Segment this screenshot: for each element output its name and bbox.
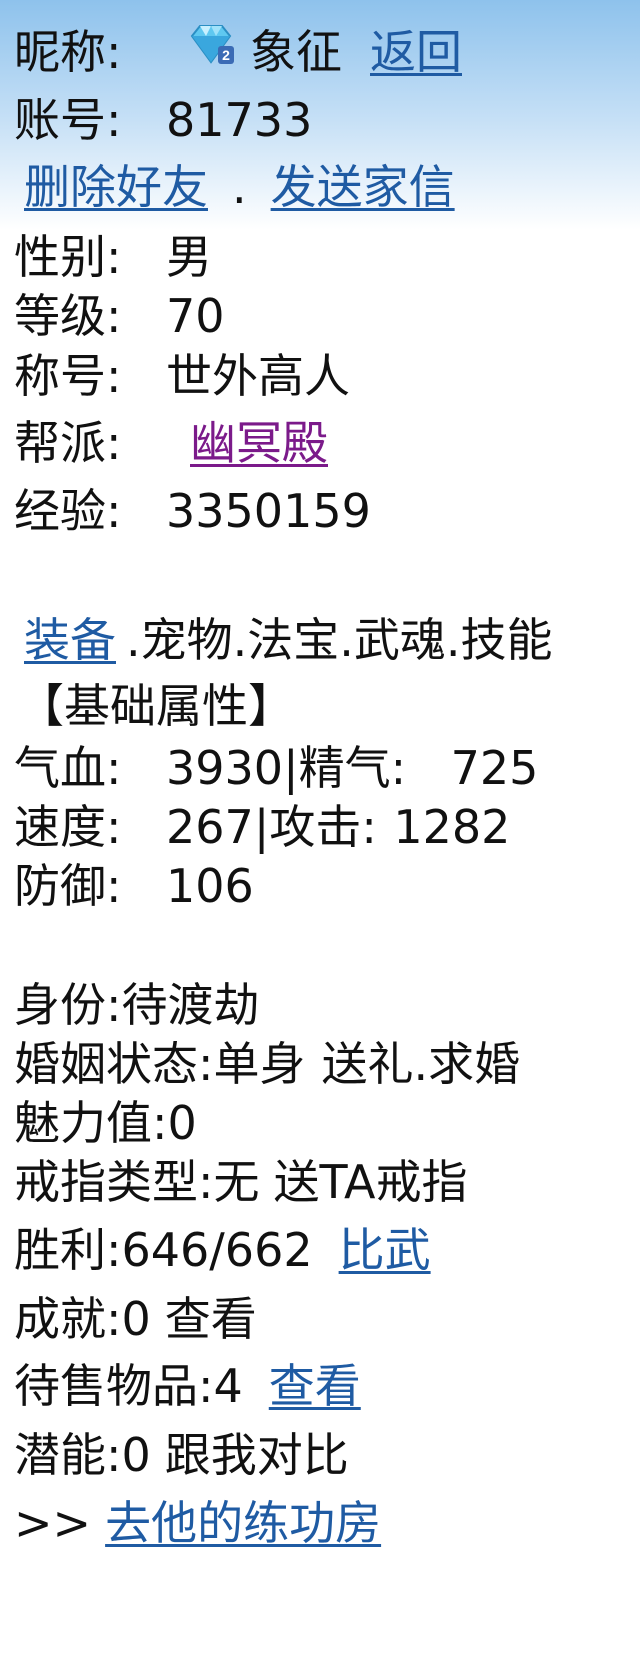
attr-row-hp-mp: 气血: 3930 | 精气: 725	[14, 738, 538, 798]
send-ring-action[interactable]: 送TA戒指	[274, 1159, 468, 1205]
def-value: 106	[166, 859, 254, 913]
account-row: 账号: 81733	[14, 90, 312, 150]
atk-label: 攻击:	[269, 800, 377, 854]
nickname-value: 象征	[250, 25, 342, 79]
items-view-link[interactable]: 查看	[269, 1363, 361, 1409]
wins-row: 胜利:646/662 比武	[14, 1220, 431, 1280]
identity-text: 身份:待渡劫	[14, 978, 260, 1032]
level-label: 等级:	[14, 289, 122, 343]
attr-separator: |	[253, 800, 270, 854]
potential-text: 潜能:0	[14, 1428, 151, 1482]
charm-text: 魅力值:0	[14, 1096, 197, 1150]
prefix-arrows: >>	[14, 1496, 92, 1550]
marriage-text: 婚姻状态:单身	[14, 1037, 306, 1091]
friend-actions-row: 删除好友 . 发送家信	[24, 157, 455, 217]
tabs-row: 装备 .宠物.法宝.武魂.技能	[24, 610, 553, 670]
exp-value: 3350159	[166, 484, 371, 538]
potential-row: 潜能:0 跟我对比	[14, 1425, 349, 1485]
attributes-header: 【基础属性】	[18, 676, 294, 736]
tab-others: .宠物.法宝.武魂.技能	[126, 613, 553, 667]
wins-text: 胜利:646/662	[14, 1223, 313, 1277]
nickname-row: 昵称: 2 象征 返回	[14, 22, 462, 82]
achievements-view[interactable]: 查看	[165, 1296, 257, 1342]
account-value: 81733	[166, 93, 313, 147]
exp-row: 经验: 3350159	[14, 481, 371, 541]
mp-label: 精气:	[298, 741, 407, 795]
nickname-label: 昵称:	[14, 25, 122, 79]
atk-value: 1282	[393, 800, 511, 854]
achievements-text: 成就:0	[14, 1292, 151, 1346]
gender-label: 性别:	[14, 230, 122, 284]
guild-row: 帮派: 幽冥殿	[14, 413, 328, 473]
level-value: 70	[166, 289, 225, 343]
guild-label: 帮派:	[14, 416, 122, 470]
compare-action[interactable]: 跟我对比	[165, 1432, 349, 1478]
separator: .	[232, 160, 247, 214]
speed-label: 速度:	[14, 800, 122, 854]
attr-row-def: 防御: 106	[14, 856, 254, 916]
svg-text:2: 2	[222, 47, 230, 63]
delete-friend-link[interactable]: 删除好友	[24, 164, 208, 210]
hp-label: 气血:	[14, 741, 122, 795]
diamond-badge-icon: 2	[186, 24, 236, 68]
send-letter-link[interactable]: 发送家信	[271, 164, 455, 210]
back-link[interactable]: 返回	[370, 29, 462, 75]
account-label: 账号:	[14, 93, 122, 147]
speed-value: 267	[166, 800, 254, 854]
mp-value: 725	[450, 741, 539, 795]
title-row: 称号: 世外高人	[14, 346, 350, 406]
training-room-row: >> 去他的练功房	[14, 1493, 381, 1553]
gender-value: 男	[166, 230, 212, 284]
duel-link[interactable]: 比武	[339, 1227, 431, 1273]
identity-row: 身份:待渡劫	[14, 975, 260, 1035]
def-label: 防御:	[14, 859, 122, 913]
attr-row-speed-atk: 速度: 267 | 攻击: 1282	[14, 797, 510, 857]
gender-row: 性别: 男	[14, 227, 212, 287]
title-value: 世外高人	[166, 349, 350, 403]
ring-text: 戒指类型:无	[14, 1155, 260, 1209]
ring-row: 戒指类型:无 送TA戒指	[14, 1152, 468, 1212]
level-row: 等级: 70	[14, 286, 225, 346]
tab-equipment[interactable]: 装备	[24, 617, 116, 663]
title-label: 称号:	[14, 349, 122, 403]
training-room-link[interactable]: 去他的练功房	[105, 1500, 381, 1546]
achievements-row: 成就:0 查看	[14, 1289, 257, 1349]
items-for-sale-row: 待售物品:4 查看	[14, 1356, 361, 1416]
charm-row: 魅力值:0	[14, 1093, 197, 1153]
guild-link[interactable]: 幽冥殿	[190, 420, 328, 466]
hp-value: 3930	[166, 741, 284, 795]
items-for-sale-text: 待售物品:4	[14, 1359, 243, 1413]
attributes-title: 【基础属性】	[18, 679, 294, 733]
attr-separator: |	[283, 741, 299, 795]
exp-label: 经验:	[14, 484, 122, 538]
marriage-actions[interactable]: 送礼.求婚	[322, 1041, 521, 1087]
marriage-row: 婚姻状态:单身 送礼.求婚	[14, 1034, 520, 1094]
